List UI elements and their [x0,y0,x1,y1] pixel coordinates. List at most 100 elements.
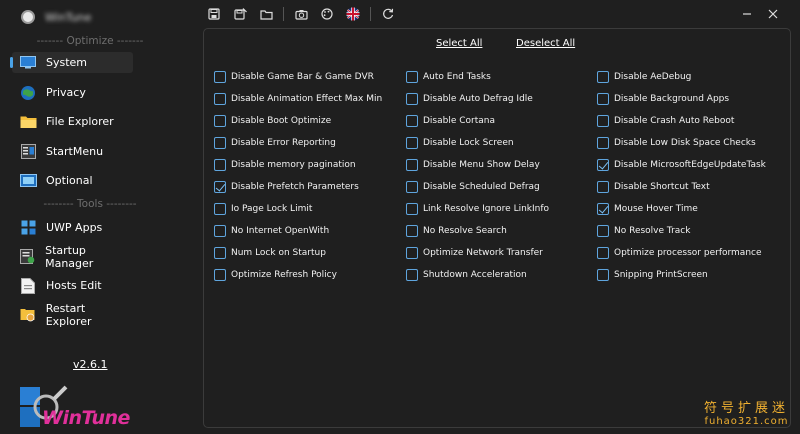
sidebar-item-label: StartMenu [46,145,104,158]
checkbox-unchecked[interactable] [214,115,226,127]
option-label: Disable Auto Defrag Idle [423,94,533,104]
checkbox-unchecked[interactable] [597,93,609,105]
checkbox-unchecked[interactable] [406,71,418,83]
checkbox-checked[interactable] [597,203,609,215]
sidebar-item-uwp-apps[interactable]: UWP Apps [12,217,133,238]
privacy-icon [19,85,37,101]
option-checkbox[interactable]: Disable Low Disk Space Checks [597,135,756,151]
option-checkbox[interactable]: Disable Error Reporting [214,135,336,151]
camera-icon[interactable] [290,5,312,23]
option-checkbox[interactable]: Disable MicrosoftEdgeUpdateTask [597,157,766,173]
option-checkbox[interactable]: Disable AeDebug [597,69,691,85]
option-checkbox[interactable]: Disable Boot Optimize [214,113,331,129]
checkbox-unchecked[interactable] [597,225,609,237]
sidebar-item-system[interactable]: System [10,52,133,73]
sidebar-item-file-explorer[interactable]: File Explorer [12,111,133,132]
checkbox-unchecked[interactable] [214,159,226,171]
option-checkbox[interactable]: Disable Cortana [406,113,495,129]
checkbox-unchecked[interactable] [214,137,226,149]
checkbox-unchecked[interactable] [406,269,418,281]
checkbox-unchecked[interactable] [597,137,609,149]
checkbox-checked[interactable] [597,159,609,171]
option-label: Disable Low Disk Space Checks [614,138,756,148]
sidebar-item-label: Hosts Edit [46,279,102,292]
checkbox-unchecked[interactable] [597,247,609,259]
refresh-icon[interactable] [377,5,399,23]
checkbox-unchecked[interactable] [406,181,418,193]
checkbox-unchecked[interactable] [597,71,609,83]
option-checkbox[interactable]: Disable Shortcut Text [597,179,710,195]
option-checkbox[interactable]: Io Page Lock Limit [214,201,312,217]
option-checkbox[interactable]: Disable Crash Auto Reboot [597,113,734,129]
sidebar-item-optional[interactable]: Optional [12,170,133,191]
checkbox-unchecked[interactable] [406,203,418,215]
option-checkbox[interactable]: Disable Animation Effect Max Min [214,91,382,107]
deselect-all-button[interactable]: Deselect All [516,38,575,49]
checkbox-unchecked[interactable] [597,115,609,127]
option-checkbox[interactable]: Snipping PrintScreen [597,267,708,283]
option-checkbox[interactable]: No Internet OpenWith [214,223,329,239]
checkbox-unchecked[interactable] [214,247,226,259]
sidebar-item-label: Restart Explorer [45,301,92,328]
folder-icon[interactable] [255,5,277,23]
sidebar-item-restart-explorer[interactable]: Restart Explorer [12,301,133,328]
checkbox-unchecked[interactable] [214,203,226,215]
sidebar-item-hosts-edit[interactable]: Hosts Edit [12,275,133,296]
select-all-button[interactable]: Select All [436,38,482,49]
sidebar-item-privacy[interactable]: Privacy [12,82,133,103]
option-checkbox[interactable]: Disable Game Bar & Game DVR [214,69,374,85]
checkbox-unchecked[interactable] [214,269,226,281]
active-indicator [10,57,13,68]
option-checkbox[interactable]: Auto End Tasks [406,69,491,85]
checkbox-unchecked[interactable] [406,115,418,127]
close-icon[interactable] [760,5,786,23]
monitor-icon [19,55,37,71]
checkbox-unchecked[interactable] [406,137,418,149]
sidebar-item-label: File Explorer [46,115,114,128]
option-checkbox[interactable]: Num Lock on Startup [214,245,326,261]
option-checkbox[interactable]: Disable Background Apps [597,91,729,107]
option-label: Auto End Tasks [423,72,491,82]
option-checkbox[interactable]: Optimize Refresh Policy [214,267,337,283]
minimize-icon[interactable] [734,5,760,23]
language-flag-icon[interactable] [342,5,364,23]
checkbox-unchecked[interactable] [214,93,226,105]
option-checkbox[interactable]: Optimize Network Transfer [406,245,543,261]
startup-icon [19,249,36,265]
checkbox-unchecked[interactable] [406,247,418,259]
option-label: No Internet OpenWith [231,226,330,236]
checkbox-unchecked[interactable] [214,225,226,237]
option-checkbox[interactable]: Disable Auto Defrag Idle [406,91,533,107]
version-link[interactable]: v2.6.1 [73,358,108,371]
save-as-icon[interactable] [229,5,251,23]
option-label: Disable memory pagination [231,160,356,170]
checkbox-unchecked[interactable] [214,71,226,83]
sidebar-item-startup-manager[interactable]: Startup Manager [12,244,133,270]
checkbox-unchecked[interactable] [597,181,609,193]
option-checkbox[interactable]: Shutdown Acceleration [406,267,527,283]
option-checkbox[interactable]: Disable Scheduled Defrag [406,179,540,195]
option-checkbox[interactable]: Disable Lock Screen [406,135,514,151]
sidebar-item-startmenu[interactable]: StartMenu [12,141,133,162]
save-icon[interactable] [203,5,225,23]
checkbox-checked[interactable] [214,181,226,193]
option-checkbox[interactable]: No Resolve Track [597,223,690,239]
option-label: No Resolve Search [423,226,507,236]
option-checkbox[interactable]: Disable Prefetch Parameters [214,179,359,195]
option-checkbox[interactable]: Disable memory pagination [214,157,356,173]
hosts-icon [19,277,37,294]
checkbox-unchecked[interactable] [406,159,418,171]
app-title: WinTune [45,11,92,24]
option-checkbox[interactable]: No Resolve Search [406,223,507,239]
option-checkbox[interactable]: Mouse Hover Time [597,201,698,217]
checkbox-unchecked[interactable] [597,269,609,281]
checkbox-unchecked[interactable] [406,225,418,237]
option-label: Shutdown Acceleration [423,270,527,280]
palette-icon[interactable] [316,5,338,23]
option-checkbox[interactable]: Optimize processor performance [597,245,762,261]
option-checkbox[interactable]: Link Resolve Ignore LinkInfo [406,201,549,217]
option-label: Mouse Hover Time [614,204,698,214]
checkbox-unchecked[interactable] [406,93,418,105]
option-label: Disable Animation Effect Max Min [231,94,383,104]
option-checkbox[interactable]: Disable Menu Show Delay [406,157,540,173]
